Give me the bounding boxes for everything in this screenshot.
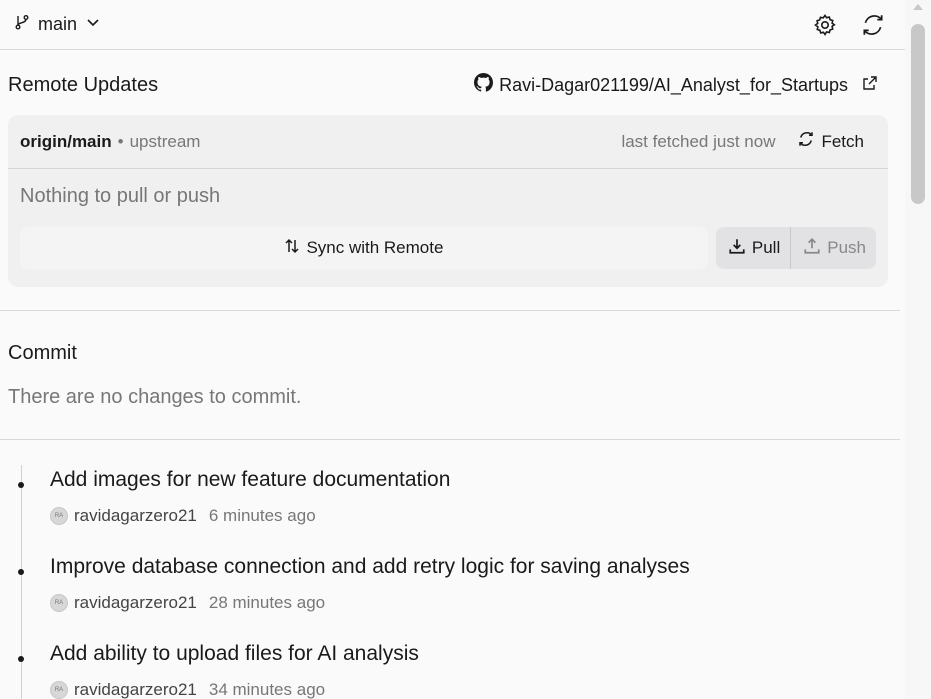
pull-label: Pull [751, 238, 781, 257]
commit-time: 28 minutes ago [208, 593, 326, 612]
push-label: Push [827, 238, 866, 257]
external-link-icon [862, 75, 878, 96]
chevron-down-icon [85, 14, 101, 35]
commit-title-text[interactable]: Add images for new feature documentation [50, 468, 450, 492]
timeline-line [21, 465, 22, 699]
commit-title-text[interactable]: Improve database connection and add retr… [50, 555, 690, 579]
sync-arrows-icon [284, 238, 300, 259]
scroll-up-arrow-icon[interactable] [913, 4, 923, 10]
scrollbar-thumb[interactable] [911, 24, 925, 204]
avatar: RA [50, 507, 68, 525]
remote-updates-section: Remote Updates Ravi-Dagar021199/AI_Analy… [0, 51, 900, 311]
commit-author: ravidagarzero21 [74, 593, 197, 612]
pull-button[interactable]: Pull [716, 227, 792, 269]
download-icon [728, 237, 746, 260]
commit-status-text: There are no changes to commit. [8, 386, 302, 408]
refresh-icon [797, 130, 815, 153]
remote-branch: origin/main [20, 131, 112, 151]
timeline-dot [18, 569, 24, 575]
gear-icon[interactable] [811, 11, 839, 39]
fetch-label: Fetch [821, 131, 864, 151]
avatar: RA [50, 681, 68, 699]
upstream-label: upstream [129, 131, 201, 151]
commit-time: 6 minutes ago [208, 506, 316, 525]
commit-title-text[interactable]: Add ability to upload files for AI analy… [50, 642, 419, 666]
commit-history: Add images for new feature documentation… [0, 441, 900, 699]
pull-push-group: Pull Push [715, 227, 876, 269]
commit-title: Commit [8, 342, 77, 364]
last-fetched-text: last fetched just now [621, 131, 776, 151]
branch-name: main [38, 14, 78, 34]
repo-link[interactable]: Ravi-Dagar021199/AI_Analyst_for_Startups [474, 73, 878, 97]
commit-section: Commit There are no changes to commit. [0, 312, 900, 440]
refresh-icon[interactable] [859, 11, 887, 39]
repo-name: Ravi-Dagar021199/AI_Analyst_for_Startups [499, 74, 848, 95]
push-button[interactable]: Push [791, 227, 876, 269]
scrollbar[interactable] [905, 0, 931, 699]
avatar: RA [50, 594, 68, 612]
sync-status-text: Nothing to pull or push [20, 185, 221, 207]
remote-status-card: origin/main • upstream last fetched just… [8, 115, 888, 287]
commit-author: ravidagarzero21 [74, 506, 197, 525]
commit-author: ravidagarzero21 [74, 680, 197, 699]
upload-icon [803, 237, 821, 260]
github-icon [474, 73, 494, 97]
git-branch-icon [14, 14, 30, 35]
timeline-dot [18, 656, 24, 662]
commit-time: 34 minutes ago [208, 680, 326, 699]
sync-with-remote-button[interactable]: Sync with Remote [20, 227, 708, 269]
fetch-button[interactable]: Fetch [797, 130, 864, 153]
sync-label: Sync with Remote [306, 238, 444, 257]
separator-dot: • [117, 131, 124, 151]
top-bar: main [0, 0, 905, 50]
branch-selector[interactable]: main [14, 14, 101, 35]
remote-updates-title: Remote Updates [8, 73, 159, 96]
timeline-dot [18, 482, 24, 488]
